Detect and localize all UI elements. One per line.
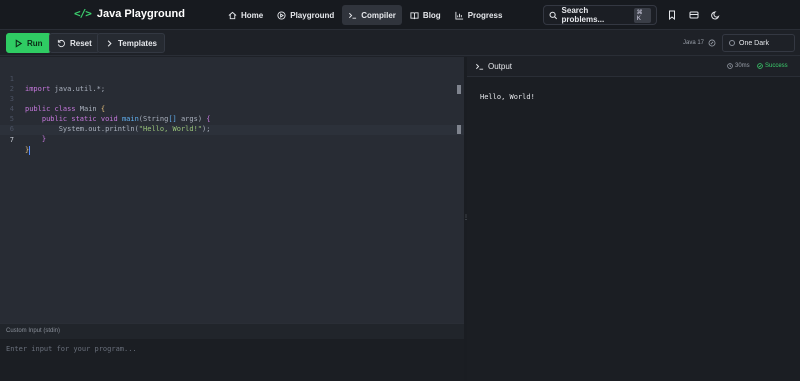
reset-label: Reset: [70, 38, 92, 48]
code-editor[interactable]: 1 import java.util.*; 2 3 public class M…: [0, 57, 464, 323]
scrollbar-marker: [457, 85, 461, 94]
nav-item-label: Blog: [422, 10, 441, 20]
nav-item-label: Home: [241, 10, 264, 20]
keyboard-shortcut: ⌘ K: [633, 7, 651, 23]
code-line: 2: [0, 74, 464, 93]
templates-button[interactable]: Templates: [97, 33, 165, 53]
status-text: Success: [765, 63, 788, 69]
code-brackets-icon: </>: [74, 7, 92, 20]
nav-item-label: Playground: [290, 10, 335, 20]
output-panel: Hello, World!: [467, 77, 800, 381]
nav-item-label: Compiler: [361, 10, 396, 20]
output-title: Output: [475, 62, 512, 71]
stdin-label: Custom Input (stdin): [0, 323, 464, 339]
code-line: 1 import java.util.*;: [0, 64, 464, 93]
editor-toolbar: Run Reset Templates Java 17 One Dark: [0, 30, 800, 56]
play-circle-icon: [277, 10, 286, 20]
code-line: 7 }: [0, 125, 464, 155]
play-icon: [15, 38, 23, 48]
scrollbar-marker: [457, 125, 461, 134]
reset-icon: [57, 39, 65, 47]
app-header: </> Java Playground Home Playground Comp…: [0, 0, 800, 30]
reset-button[interactable]: Reset: [49, 33, 100, 53]
output-text: Hello, World!: [480, 93, 535, 101]
search-label: Search problems...: [561, 6, 605, 24]
home-icon: [228, 11, 237, 19]
search-button[interactable]: Search problems... ⌘ K: [543, 5, 657, 25]
moon-icon[interactable]: [711, 10, 721, 20]
run-button[interactable]: Run: [6, 33, 51, 53]
bar-chart-icon: [455, 11, 463, 20]
app-title: Java Playground: [96, 7, 185, 20]
templates-label: Templates: [118, 38, 157, 48]
terminal-icon: [476, 63, 484, 70]
code-line: 3 public class Main {: [0, 84, 464, 113]
nav-item-playground[interactable]: Playground: [271, 5, 340, 25]
layout-icon[interactable]: [689, 10, 699, 20]
theme-select[interactable]: One Dark: [722, 34, 795, 52]
nav-item-progress[interactable]: Progress: [449, 5, 509, 25]
text-caret: [29, 145, 31, 155]
code-line: 5 System.out.println("Hello, World!");: [0, 104, 464, 133]
run-label: Run: [27, 38, 43, 48]
line-number: 7: [9, 136, 14, 144]
check-circle-icon: [757, 63, 763, 69]
output-header: Output 30ms Success: [467, 57, 800, 77]
execution-time-value: 30ms: [735, 63, 750, 69]
theme-icon: [729, 40, 735, 46]
nav-item-blog[interactable]: Blog: [404, 5, 447, 25]
stdin-input[interactable]: Enter input for your program...: [0, 339, 464, 381]
chevron-right-icon: [107, 39, 112, 47]
code-line: 4 public static void main(String[] args)…: [0, 94, 464, 123]
terminal-icon: [349, 12, 357, 19]
status-badge: Success: [757, 63, 788, 69]
nav-item-label: Progress: [467, 10, 503, 20]
code-line: 6 }: [0, 114, 464, 143]
nav-item-compiler[interactable]: Compiler: [342, 5, 402, 25]
output-title-label: Output: [488, 62, 513, 71]
execution-time: 30ms: [727, 63, 750, 69]
clock-icon: [727, 63, 733, 69]
app-logo[interactable]: </> Java Playground: [74, 7, 185, 20]
main-nav: Home Playground Compiler Blog Progress: [222, 5, 508, 25]
nav-item-home[interactable]: Home: [222, 5, 269, 25]
theme-label: One Dark: [739, 39, 769, 47]
bookmark-icon[interactable]: [667, 10, 677, 20]
language-version: Java 17: [683, 40, 705, 46]
search-icon: [549, 11, 558, 19]
book-icon: [410, 11, 419, 19]
settings-icon[interactable]: [708, 39, 716, 47]
